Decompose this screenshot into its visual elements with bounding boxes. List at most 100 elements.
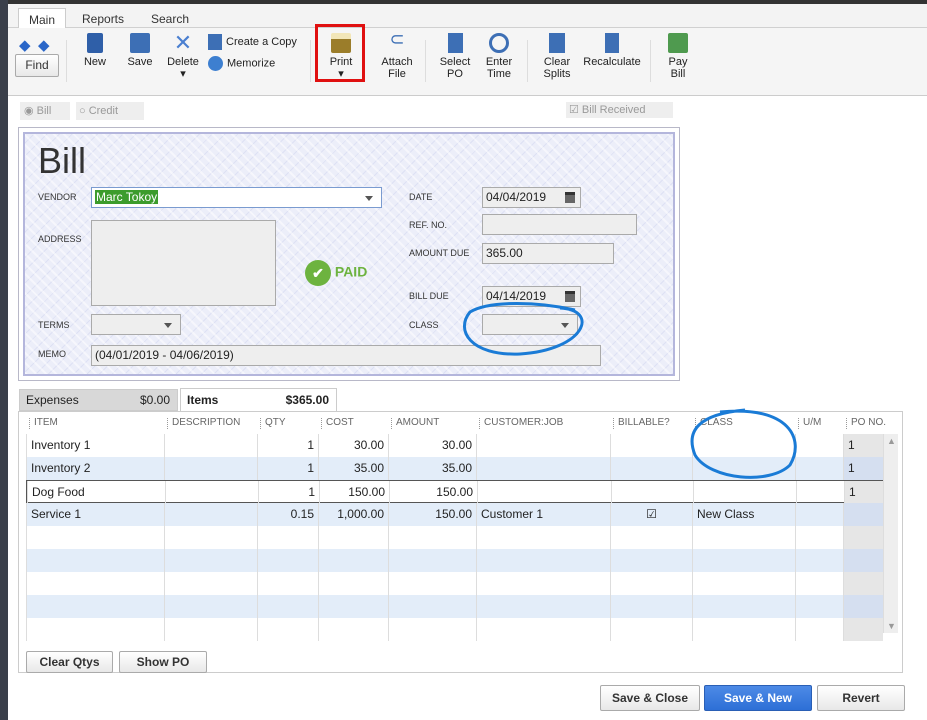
cell-po[interactable]: 1 [843,434,883,457]
forward-arrow-icon[interactable]: ◆ [38,36,50,54]
column-header-amount[interactable]: AMOUNT [390,417,439,431]
cell-amount[interactable]: 30.00 [388,434,476,457]
cell-amount[interactable] [388,549,476,572]
cell-cost[interactable]: 30.00 [318,434,388,457]
cell-amount[interactable]: 35.00 [388,457,476,480]
column-header-cost[interactable]: COST [321,417,354,431]
cell-qty[interactable] [257,549,318,572]
column-header-customer[interactable]: CUSTOMER:JOB [478,417,563,431]
tab-items[interactable]: Items $365.00 [180,388,337,412]
empty-row[interactable] [26,526,883,549]
cell-um[interactable] [796,481,844,504]
scroll-down-icon[interactable]: ▼ [887,621,896,631]
cell-cost[interactable] [318,595,388,618]
cell-class[interactable] [692,549,795,572]
cell-po[interactable] [843,503,883,526]
cell-desc[interactable] [164,572,257,595]
cell-item[interactable]: Inventory 2 [26,457,164,480]
empty-row[interactable] [26,549,883,572]
cell-customer[interactable] [476,595,610,618]
memo-field[interactable]: (04/01/2019 - 04/06/2019) [91,345,601,366]
memorize-button[interactable]: Memorize [208,56,275,71]
cell-cost[interactable] [318,572,388,595]
revert-button[interactable]: Revert [817,685,905,711]
cell-qty[interactable]: 1 [257,457,318,480]
cell-um[interactable] [795,434,843,457]
cell-cost[interactable]: 1,000.00 [318,503,388,526]
cell-qty[interactable] [257,526,318,549]
vendor-field[interactable]: Marc Tokoy [91,187,382,208]
save-close-button[interactable]: Save & Close [600,685,700,711]
cell-item[interactable] [26,549,164,572]
cell-customer[interactable] [476,434,610,457]
cell-cost[interactable]: 150.00 [319,481,389,504]
cell-item[interactable] [26,572,164,595]
cell-desc[interactable] [165,481,258,504]
cell-cost[interactable] [318,549,388,572]
empty-row[interactable] [26,595,883,618]
address-field[interactable] [91,220,276,306]
table-row[interactable]: Dog Food 1 150.00 150.00 1 [26,480,884,504]
cell-qty[interactable] [257,572,318,595]
column-header-qty[interactable]: QTY [260,417,286,431]
clear-qtys-button[interactable]: Clear Qtys [26,651,113,673]
cell-po[interactable] [843,595,883,618]
bill-due-field[interactable]: 04/14/2019 [482,286,581,307]
cell-um[interactable] [795,526,843,549]
new-button[interactable]: New [80,33,110,68]
amount-due-field[interactable]: 365.00 [482,243,614,264]
save-button[interactable]: Save [124,33,156,68]
cell-amount[interactable]: 150.00 [388,503,476,526]
table-row[interactable]: Service 1 0.15 1,000.00 150.00 Customer 1 ☑ Ne… [26,503,883,526]
empty-row[interactable] [26,572,883,595]
cell-item[interactable]: Dog Food [27,481,165,504]
cell-class[interactable] [692,526,795,549]
cell-um[interactable] [795,618,843,641]
cell-desc[interactable] [164,457,257,480]
cell-billable[interactable] [610,457,692,480]
cell-um[interactable] [795,549,843,572]
cell-class[interactable] [692,618,795,641]
cell-customer[interactable] [476,618,610,641]
cell-item[interactable]: Service 1 [26,503,164,526]
cell-qty[interactable]: 1 [257,434,318,457]
cell-item[interactable] [26,595,164,618]
cell-amount[interactable] [388,618,476,641]
cell-customer[interactable] [476,572,610,595]
cell-qty[interactable] [257,618,318,641]
empty-row[interactable] [26,618,883,641]
cell-um[interactable] [795,572,843,595]
cell-cost[interactable]: 35.00 [318,457,388,480]
cell-customer[interactable] [476,526,610,549]
cell-amount[interactable]: 150.00 [389,481,477,504]
delete-button[interactable]: ✕ Delete ▾ [166,32,200,81]
cell-class[interactable] [692,595,795,618]
cell-item[interactable] [26,618,164,641]
recalculate-button[interactable]: Recalculate [582,33,642,68]
cell-customer[interactable] [477,481,611,504]
cell-billable[interactable] [610,572,692,595]
cell-class[interactable] [692,572,795,595]
cell-item[interactable]: Inventory 1 [26,434,164,457]
column-header-desc[interactable]: DESCRIPTION [166,417,240,431]
bill-radio[interactable]: ◉ Bill [20,102,70,120]
column-header-po[interactable]: PO NO. [845,417,886,431]
cell-class[interactable] [693,481,796,504]
cell-um[interactable] [795,457,843,480]
cell-class[interactable] [692,434,795,457]
select-po-button[interactable]: Select PO [438,33,472,80]
cell-class[interactable] [692,457,795,480]
cell-desc[interactable] [164,549,257,572]
checkbox-checked-icon[interactable]: ☑ [646,507,657,521]
cell-po[interactable]: 1 [843,457,883,480]
cell-amount[interactable] [388,526,476,549]
find-button[interactable]: Find [15,54,59,77]
cell-billable[interactable] [610,526,692,549]
grid-scrollbar[interactable]: ▲ ▼ [883,434,898,633]
column-header-billable[interactable]: BILLABLE? [613,417,670,431]
cell-po[interactable] [843,572,883,595]
cell-po[interactable] [843,618,883,641]
clear-splits-button[interactable]: Clear Splits [540,33,574,80]
cell-desc[interactable] [164,595,257,618]
cell-desc[interactable] [164,618,257,641]
